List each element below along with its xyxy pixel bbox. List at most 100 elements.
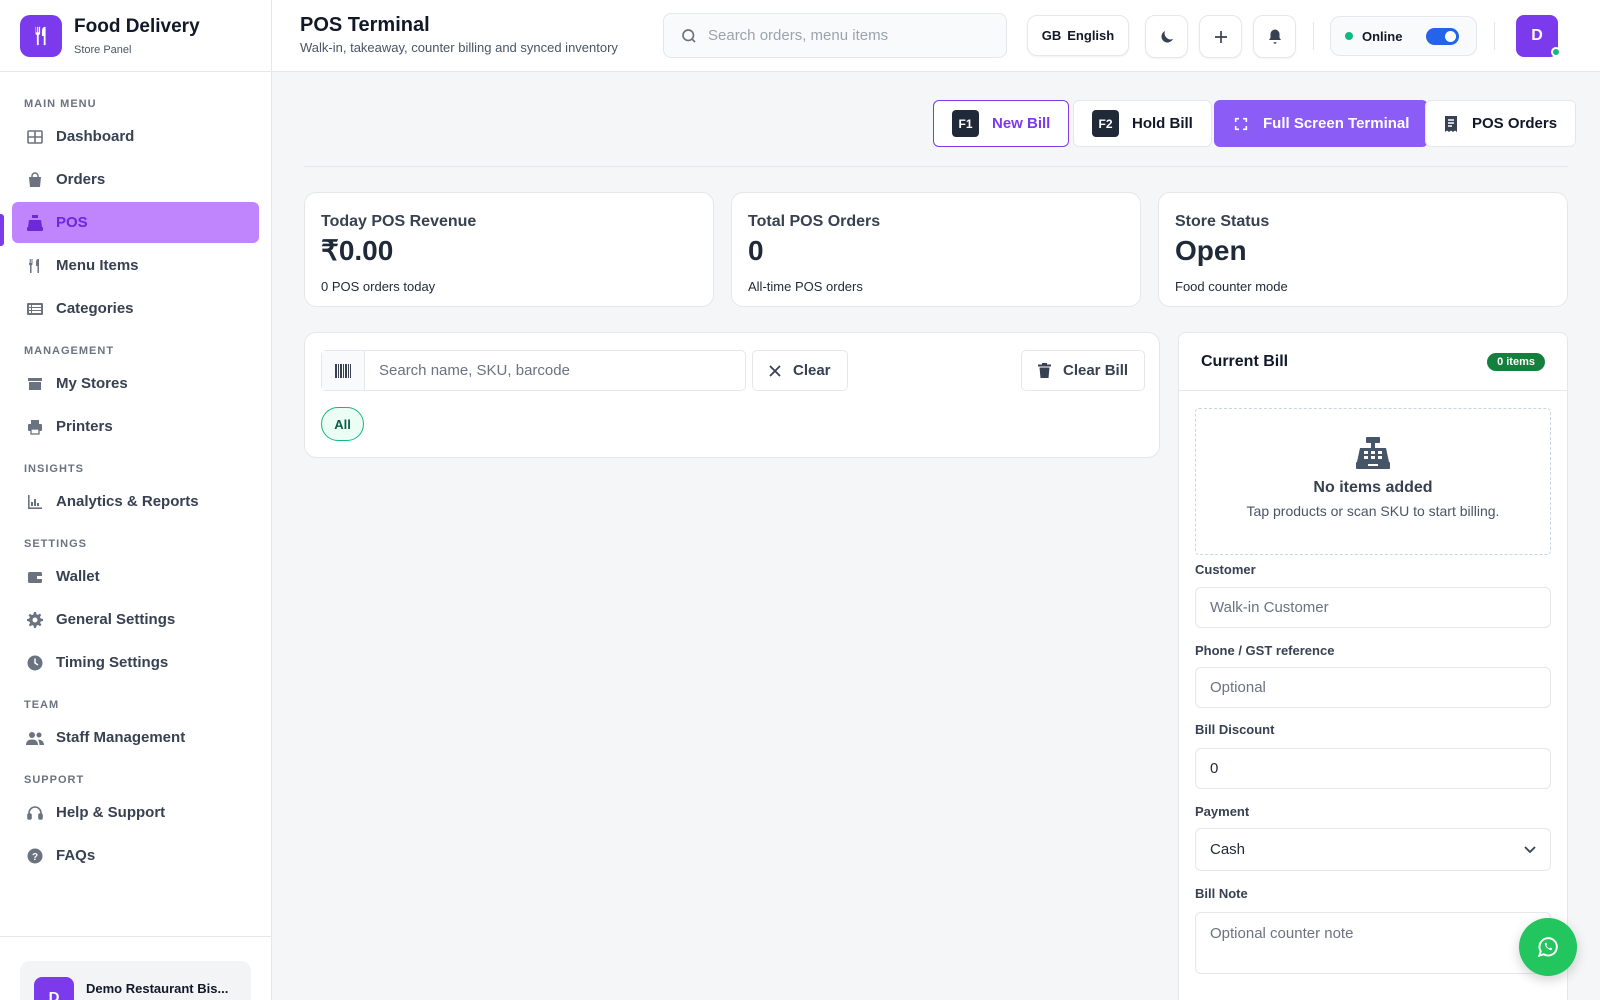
sidebar-item-label: General Settings bbox=[56, 611, 176, 628]
printer-icon bbox=[26, 418, 44, 436]
hold-bill-label: Hold Bill bbox=[1132, 115, 1193, 132]
new-bill-button[interactable]: F1 New Bill bbox=[933, 100, 1070, 147]
sidebar-item-general-settings[interactable]: General Settings bbox=[12, 599, 259, 640]
cash-register-icon bbox=[1196, 437, 1550, 469]
clear-search-button[interactable]: Clear bbox=[752, 350, 848, 391]
add-button[interactable] bbox=[1199, 15, 1242, 58]
sidebar-item-menu-items[interactable]: Menu Items bbox=[12, 245, 259, 286]
stat-label: Store Status bbox=[1175, 213, 1270, 230]
sidebar-item-analytics-reports[interactable]: Analytics & Reports bbox=[12, 481, 259, 522]
stat-value: 0 bbox=[748, 235, 764, 266]
sidebar-item-categories[interactable]: Categories bbox=[12, 288, 259, 329]
notifications-button[interactable] bbox=[1253, 15, 1296, 58]
full-screen-label: Full Screen Terminal bbox=[1263, 115, 1410, 132]
sidebar-item-pos[interactable]: POS bbox=[12, 202, 259, 243]
product-search-input[interactable] bbox=[379, 362, 719, 379]
utensils-icon bbox=[26, 257, 44, 275]
sidebar-item-timing-settings[interactable]: Timing Settings bbox=[12, 642, 259, 683]
sidebar-item-label: Dashboard bbox=[56, 128, 135, 145]
sidebar-item-label: My Stores bbox=[56, 375, 128, 392]
status-dot bbox=[1345, 32, 1353, 40]
pos-orders-button[interactable]: POS Orders bbox=[1425, 100, 1577, 147]
sidebar-item-my-stores[interactable]: My Stores bbox=[12, 363, 259, 404]
sidebar-item-label: Help & Support bbox=[56, 804, 166, 821]
nav-section-title: SETTINGS bbox=[24, 538, 88, 550]
sidebar-item-label: Wallet bbox=[56, 568, 100, 585]
plus-icon bbox=[1212, 28, 1230, 46]
empty-bill-state: No items added Tap products or scan SKU … bbox=[1195, 408, 1551, 555]
stat-label: Total POS Orders bbox=[748, 213, 881, 230]
sidebar-item-label: Orders bbox=[56, 171, 106, 188]
theme-toggle-button[interactable] bbox=[1145, 15, 1188, 58]
online-status[interactable]: Online bbox=[1330, 16, 1477, 56]
global-search[interactable] bbox=[663, 13, 1007, 58]
customer-field[interactable] bbox=[1195, 587, 1551, 628]
product-search[interactable] bbox=[321, 350, 746, 391]
discount-input[interactable] bbox=[1210, 760, 1530, 777]
active-indicator bbox=[0, 214, 4, 246]
nav-section-title: MANAGEMENT bbox=[24, 345, 115, 357]
sidebar-item-label: Staff Management bbox=[56, 729, 186, 746]
headset-icon bbox=[26, 804, 44, 822]
sidebar-item-dashboard[interactable]: Dashboard bbox=[12, 116, 259, 157]
whatsapp-icon bbox=[1535, 934, 1561, 960]
online-toggle[interactable] bbox=[1426, 27, 1460, 45]
clear-bill-button[interactable]: Clear Bill bbox=[1021, 350, 1146, 391]
sidebar-item-staff-management[interactable]: Staff Management bbox=[12, 717, 259, 758]
user-online-dot bbox=[1551, 47, 1561, 57]
chart-icon bbox=[26, 493, 44, 511]
payment-select[interactable]: Cash bbox=[1195, 828, 1551, 871]
note-field[interactable] bbox=[1195, 912, 1551, 974]
sidebar-item-label: POS bbox=[56, 214, 88, 231]
category-chip-all[interactable]: All bbox=[321, 407, 364, 441]
brand: Food Delivery Store Panel bbox=[0, 0, 271, 72]
sidebar-item-wallet[interactable]: Wallet bbox=[12, 556, 259, 597]
barcode-icon[interactable] bbox=[322, 351, 365, 390]
language-selector[interactable]: GB English bbox=[1027, 15, 1129, 56]
stat-value: Open bbox=[1175, 235, 1247, 266]
brand-subtitle: Store Panel bbox=[74, 43, 132, 56]
phone-label: Phone / GST reference bbox=[1195, 643, 1335, 658]
payment-label: Payment bbox=[1195, 804, 1250, 819]
stat-label: Today POS Revenue bbox=[321, 213, 477, 230]
stat-card-store-status: Store Status Open Food counter mode bbox=[1158, 192, 1568, 307]
hold-bill-button[interactable]: F2 Hold Bill bbox=[1073, 100, 1212, 147]
note-input[interactable] bbox=[1210, 925, 1530, 942]
status-label: Online bbox=[1362, 28, 1403, 44]
phone-field[interactable] bbox=[1195, 667, 1551, 708]
sidebar-item-label: Timing Settings bbox=[56, 654, 169, 671]
sidebar-footer: D Demo Restaurant Bis... bbox=[0, 936, 271, 1000]
stat-subtext: Food counter mode bbox=[1175, 279, 1288, 294]
full-screen-button[interactable]: Full Screen Terminal bbox=[1214, 100, 1429, 147]
toolbar-divider bbox=[304, 166, 1568, 167]
list-icon bbox=[26, 300, 44, 318]
discount-field[interactable] bbox=[1195, 748, 1551, 789]
stat-subtext: All-time POS orders bbox=[748, 279, 863, 294]
search-input[interactable] bbox=[708, 27, 988, 44]
sidebar: Food Delivery Store Panel MAIN MENU Dashb… bbox=[0, 0, 272, 1000]
expand-icon bbox=[1233, 116, 1249, 132]
phone-input[interactable] bbox=[1210, 679, 1530, 696]
bag-icon bbox=[26, 171, 44, 189]
new-bill-label: New Bill bbox=[992, 115, 1051, 132]
store-switcher[interactable]: D Demo Restaurant Bis... bbox=[20, 961, 251, 1000]
whatsapp-button[interactable] bbox=[1519, 918, 1577, 976]
current-bill-panel: Current Bill 0 items No items added Tap … bbox=[1178, 332, 1568, 1000]
header-divider bbox=[1313, 22, 1314, 50]
customer-input[interactable] bbox=[1210, 599, 1530, 616]
sidebar-item-orders[interactable]: Orders bbox=[12, 159, 259, 200]
sidebar-item-label: Analytics & Reports bbox=[56, 493, 199, 510]
page-title: POS Terminal bbox=[300, 14, 430, 36]
customer-label: Customer bbox=[1195, 562, 1256, 577]
sidebar-item-printers[interactable]: Printers bbox=[12, 406, 259, 447]
stat-card-revenue: Today POS Revenue ₹0.00 0 POS orders tod… bbox=[304, 192, 714, 307]
sidebar-item-help-support[interactable]: Help & Support bbox=[12, 792, 259, 833]
nav-section-title: INSIGHTS bbox=[24, 463, 84, 475]
nav-section-title: TEAM bbox=[24, 699, 60, 711]
stat-card-orders: Total POS Orders 0 All-time POS orders bbox=[731, 192, 1141, 307]
sidebar-item-faqs[interactable]: ? FAQs bbox=[12, 835, 259, 876]
pos-orders-label: POS Orders bbox=[1472, 115, 1558, 132]
